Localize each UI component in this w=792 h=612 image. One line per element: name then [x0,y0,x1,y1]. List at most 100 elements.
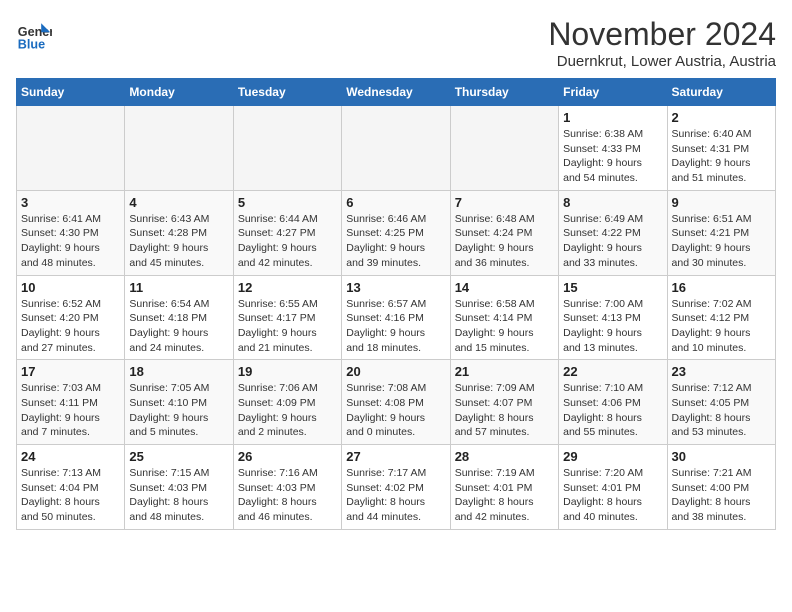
day-info: Sunrise: 6:46 AM Sunset: 4:25 PM Dayligh… [346,212,445,271]
day-number: 14 [455,280,554,295]
calendar-cell: 19 Sunrise: 7:06 AM Sunset: 4:09 PM Dayli… [233,360,341,445]
calendar-cell: 3 Sunrise: 6:41 AM Sunset: 4:30 PM Daylig… [17,190,125,275]
day-number: 21 [455,364,554,379]
title-block: November 2024 Duernkrut, Lower Austria, … [548,16,776,70]
weekday-friday: Friday [559,79,667,106]
calendar-cell [342,106,450,191]
day-info: Sunrise: 7:13 AM Sunset: 4:04 PM Dayligh… [21,466,120,525]
calendar-cell: 20Sunrise: 7:08 AM Sunset: 4:08 PM Dayli… [342,360,450,445]
calendar-cell: 18Sunrise: 7:05 AM Sunset: 4:10 PM Dayli… [125,360,233,445]
day-number: 26 [238,449,337,464]
day-info: Sunrise: 6:55 AM Sunset: 4:17 PM Dayligh… [238,297,337,356]
calendar-cell: 23Sunrise: 7:12 AM Sunset: 4:05 PM Dayli… [667,360,775,445]
weekday-wednesday: Wednesday [342,79,450,106]
day-number: 7 [455,195,554,210]
day-info: Sunrise: 6:48 AM Sunset: 4:24 PM Dayligh… [455,212,554,271]
weekday-monday: Monday [125,79,233,106]
calendar-week-1: 3 Sunrise: 6:41 AM Sunset: 4:30 PM Daylig… [17,190,776,275]
day-info: Sunrise: 6:38 AM Sunset: 4:33 PM Dayligh… [563,127,662,186]
day-info: Sunrise: 6:52 AM Sunset: 4:20 PM Dayligh… [21,297,120,356]
calendar-cell: 27 Sunrise: 7:17 AM Sunset: 4:02 PM Dayli… [342,445,450,530]
day-info: Sunrise: 7:17 AM Sunset: 4:02 PM Dayligh… [346,466,445,525]
day-info: Sunrise: 6:54 AM Sunset: 4:18 PM Dayligh… [129,297,228,356]
day-number: 8 [563,195,662,210]
weekday-saturday: Saturday [667,79,775,106]
calendar-cell: 4Sunrise: 6:43 AM Sunset: 4:28 PM Daylig… [125,190,233,275]
weekday-header-row: SundayMondayTuesdayWednesdayThursdayFrid… [17,79,776,106]
day-number: 3 [21,195,120,210]
calendar-cell: 28 Sunrise: 7:19 AM Sunset: 4:01 PM Dayli… [450,445,558,530]
day-number: 1 [563,110,662,125]
day-info: Sunrise: 6:58 AM Sunset: 4:14 PM Dayligh… [455,297,554,356]
day-number: 19 [238,364,337,379]
calendar-cell: 15 Sunrise: 7:00 AM Sunset: 4:13 PM Dayli… [559,275,667,360]
day-number: 29 [563,449,662,464]
calendar-cell [125,106,233,191]
day-number: 2 [672,110,771,125]
day-number: 4 [129,195,228,210]
calendar-cell: 13 Sunrise: 6:57 AM Sunset: 4:16 PM Dayli… [342,275,450,360]
month-year-title: November 2024 [548,16,776,53]
day-number: 25 [129,449,228,464]
day-info: Sunrise: 7:05 AM Sunset: 4:10 PM Dayligh… [129,381,228,440]
day-number: 12 [238,280,337,295]
day-info: Sunrise: 7:16 AM Sunset: 4:03 PM Dayligh… [238,466,337,525]
day-number: 24 [21,449,120,464]
weekday-thursday: Thursday [450,79,558,106]
calendar-body: 1 Sunrise: 6:38 AM Sunset: 4:33 PM Daylig… [17,106,776,530]
day-info: Sunrise: 7:15 AM Sunset: 4:03 PM Dayligh… [129,466,228,525]
day-info: Sunrise: 6:40 AM Sunset: 4:31 PM Dayligh… [672,127,771,186]
calendar-cell: 22Sunrise: 7:10 AM Sunset: 4:06 PM Dayli… [559,360,667,445]
day-info: Sunrise: 6:44 AM Sunset: 4:27 PM Dayligh… [238,212,337,271]
day-info: Sunrise: 6:41 AM Sunset: 4:30 PM Dayligh… [21,212,120,271]
day-info: Sunrise: 7:03 AM Sunset: 4:11 PM Dayligh… [21,381,120,440]
day-number: 28 [455,449,554,464]
day-number: 11 [129,280,228,295]
calendar-cell: 1 Sunrise: 6:38 AM Sunset: 4:33 PM Daylig… [559,106,667,191]
day-number: 17 [21,364,120,379]
calendar-cell: 26 Sunrise: 7:16 AM Sunset: 4:03 PM Dayli… [233,445,341,530]
day-info: Sunrise: 6:57 AM Sunset: 4:16 PM Dayligh… [346,297,445,356]
day-info: Sunrise: 6:49 AM Sunset: 4:22 PM Dayligh… [563,212,662,271]
calendar-cell: 25 Sunrise: 7:15 AM Sunset: 4:03 PM Dayli… [125,445,233,530]
calendar-cell: 8 Sunrise: 6:49 AM Sunset: 4:22 PM Daylig… [559,190,667,275]
calendar-cell [17,106,125,191]
svg-text:Blue: Blue [18,37,45,51]
calendar-cell [450,106,558,191]
day-number: 10 [21,280,120,295]
location-subtitle: Duernkrut, Lower Austria, Austria [548,53,776,70]
calendar-table: SundayMondayTuesdayWednesdayThursdayFrid… [16,78,776,530]
day-info: Sunrise: 7:10 AM Sunset: 4:06 PM Dayligh… [563,381,662,440]
logo-icon: General Blue [16,16,52,52]
calendar-cell: 7 Sunrise: 6:48 AM Sunset: 4:24 PM Daylig… [450,190,558,275]
day-number: 15 [563,280,662,295]
day-number: 5 [238,195,337,210]
calendar-week-3: 17 Sunrise: 7:03 AM Sunset: 4:11 PM Dayli… [17,360,776,445]
day-number: 9 [672,195,771,210]
calendar-cell: 21 Sunrise: 7:09 AM Sunset: 4:07 PM Dayli… [450,360,558,445]
calendar-cell: 24 Sunrise: 7:13 AM Sunset: 4:04 PM Dayli… [17,445,125,530]
weekday-sunday: Sunday [17,79,125,106]
day-number: 13 [346,280,445,295]
calendar-week-4: 24 Sunrise: 7:13 AM Sunset: 4:04 PM Dayli… [17,445,776,530]
day-number: 30 [672,449,771,464]
day-number: 6 [346,195,445,210]
calendar-cell: 29Sunrise: 7:20 AM Sunset: 4:01 PM Dayli… [559,445,667,530]
calendar-cell: 2 Sunrise: 6:40 AM Sunset: 4:31 PM Daylig… [667,106,775,191]
calendar-cell: 10 Sunrise: 6:52 AM Sunset: 4:20 PM Dayli… [17,275,125,360]
day-info: Sunrise: 7:09 AM Sunset: 4:07 PM Dayligh… [455,381,554,440]
logo: General Blue [16,16,56,52]
page-header: General Blue November 2024 Duernkrut, Lo… [16,16,776,70]
calendar-cell: 6 Sunrise: 6:46 AM Sunset: 4:25 PM Daylig… [342,190,450,275]
day-number: 20 [346,364,445,379]
calendar-cell [233,106,341,191]
weekday-tuesday: Tuesday [233,79,341,106]
day-number: 27 [346,449,445,464]
day-info: Sunrise: 7:06 AM Sunset: 4:09 PM Dayligh… [238,381,337,440]
calendar-cell: 11 Sunrise: 6:54 AM Sunset: 4:18 PM Dayli… [125,275,233,360]
day-info: Sunrise: 7:02 AM Sunset: 4:12 PM Dayligh… [672,297,771,356]
day-info: Sunrise: 7:21 AM Sunset: 4:00 PM Dayligh… [672,466,771,525]
day-number: 23 [672,364,771,379]
day-info: Sunrise: 7:19 AM Sunset: 4:01 PM Dayligh… [455,466,554,525]
day-info: Sunrise: 7:00 AM Sunset: 4:13 PM Dayligh… [563,297,662,356]
